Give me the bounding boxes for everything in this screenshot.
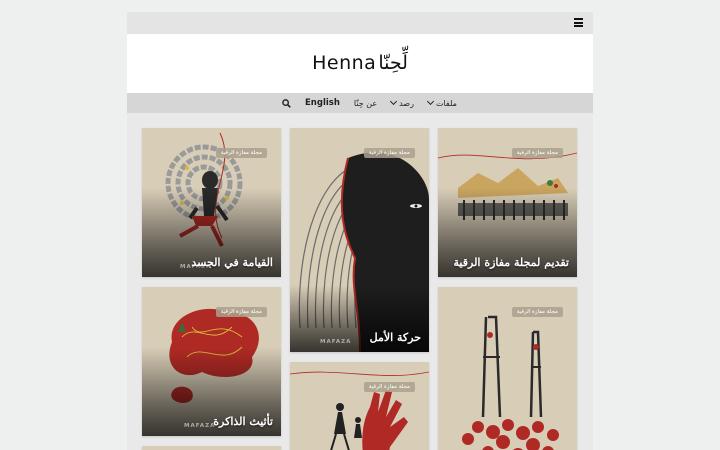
main-nav: English عن حِنّا رصد ملفات bbox=[127, 93, 593, 113]
page-frame: Henna لِّحِنّا English عن حِنّا رصد ملفات bbox=[127, 12, 593, 450]
nav-item-about-label: عن حِنّا bbox=[353, 98, 378, 108]
watermark: MAFAZA bbox=[320, 339, 352, 345]
article-card[interactable]: مجلة مفازة الرقية bbox=[438, 287, 577, 450]
card-illustration-hand bbox=[290, 371, 429, 450]
search-icon[interactable] bbox=[282, 98, 291, 108]
nav-item-monitor[interactable]: رصد bbox=[390, 97, 414, 108]
article-card[interactable]: مجلة مفازة الرقية تقديم لمجلة مفازة الرق… bbox=[438, 128, 577, 277]
card-title[interactable]: حركة الأمل bbox=[370, 331, 421, 344]
logo-latin: Henna bbox=[312, 52, 377, 74]
chevron-down-icon bbox=[426, 97, 434, 106]
nav-item-about[interactable]: عن حِنّا bbox=[354, 99, 377, 108]
hamburger-menu-icon[interactable] bbox=[574, 18, 583, 27]
logo-arabic: لِّحِنّا bbox=[378, 52, 408, 74]
nav-item-files[interactable]: ملفات bbox=[426, 97, 457, 108]
category-badge[interactable]: مجلة مفازة الرقية bbox=[363, 382, 415, 392]
category-badge[interactable]: مجلة مفازة الرقية bbox=[511, 148, 563, 158]
article-card[interactable]: مجلة مفازة الرقية MAFAZA حركة الأمل bbox=[290, 128, 429, 352]
top-bar bbox=[127, 12, 593, 35]
site-header: Henna لِّحِنّا bbox=[127, 34, 593, 93]
category-badge[interactable]: مجلة مفازة الرقية bbox=[215, 307, 267, 317]
card-title[interactable]: القيامة في الجسد bbox=[191, 256, 273, 269]
article-card[interactable] bbox=[142, 446, 281, 450]
category-badge[interactable]: مجلة مفازة الرقية bbox=[511, 307, 563, 317]
article-card[interactable]: مجلة مفازة الرقية bbox=[290, 362, 429, 450]
category-badge[interactable]: مجلة مفازة الرقية bbox=[363, 148, 415, 158]
nav-item-files-label: ملفات bbox=[435, 98, 457, 108]
chevron-down-icon bbox=[390, 97, 398, 106]
articles-grid: مجلة مفازة الرقية MAFAZA القيامة في الجس… bbox=[127, 113, 593, 450]
article-card[interactable]: مجلة مفازة الرقية MAFAZA القيامة في الجس… bbox=[142, 128, 281, 277]
watermark: MAFAZA bbox=[184, 423, 216, 429]
card-title[interactable]: تأثيث الذاكرة bbox=[213, 415, 273, 428]
nav-item-monitor-label: رصد bbox=[399, 98, 414, 108]
article-card[interactable]: مجلة مفازة الرقية MAFAZA تأثيث الذاكرة bbox=[142, 287, 281, 436]
card-title[interactable]: تقديم لمجلة مفازة الرقية bbox=[454, 256, 569, 269]
language-switch-english[interactable]: English bbox=[305, 98, 340, 108]
site-logo[interactable]: Henna لِّحِنّا bbox=[127, 52, 593, 74]
category-badge[interactable]: مجلة مفازة الرقية bbox=[215, 148, 267, 158]
